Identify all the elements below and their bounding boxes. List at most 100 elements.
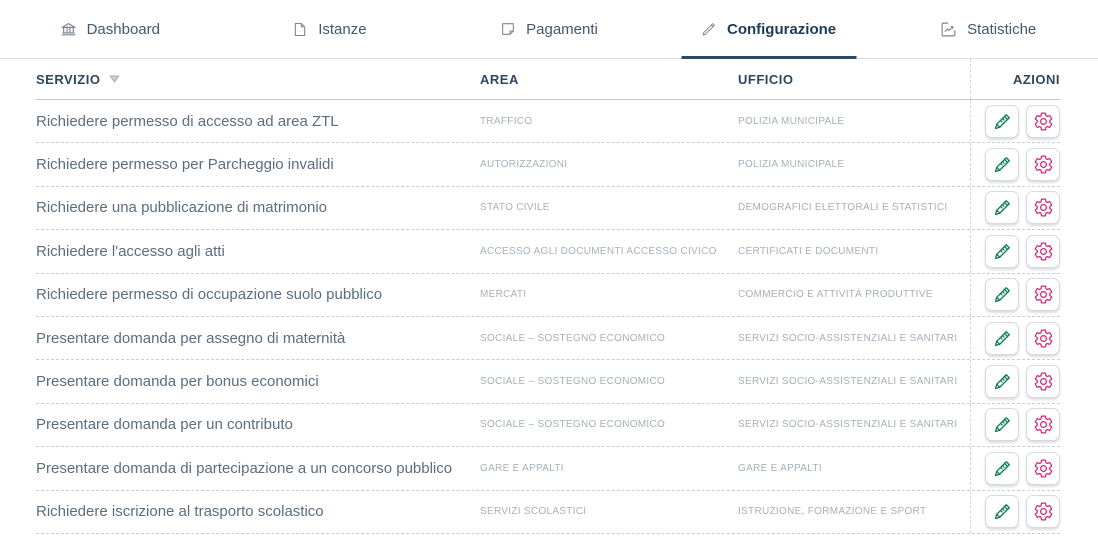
payment-icon [500,21,516,37]
edit-button[interactable] [985,278,1019,311]
area-value: SOCIALE – SOSTEGNO ECONOMICO [480,333,738,344]
table-row: Richiedere permesso per Parcheggio inval… [36,143,1060,186]
tab-configurazione[interactable]: Configurazione [659,0,879,58]
ufficio-value: GARE E APPALTI [738,463,970,474]
table-row: Richiedere permesso di occupazione suolo… [36,274,1060,317]
settings-button[interactable] [1026,191,1060,224]
area-value: MERCATI [480,289,738,300]
service-name: Presentare domanda per bonus economici [36,373,480,390]
ufficio-value: SERVIZI SOCIO-ASSISTENZIALI E SANITARI [738,333,970,344]
area-value: GARE E APPALTI [480,463,738,474]
row-actions [970,230,1060,272]
settings-button[interactable] [1026,365,1060,398]
ufficio-value: SERVIZI SOCIO-ASSISTENZIALI E SANITARI [738,376,970,387]
row-actions [970,491,1060,533]
header-servizio[interactable]: SERVIZIO [36,72,480,87]
settings-button[interactable] [1026,322,1060,355]
edit-button[interactable] [985,452,1019,485]
sort-desc-icon[interactable] [109,75,120,83]
pencil-icon [992,328,1013,349]
area-value: STATO CIVILE [480,202,738,213]
gear-icon [1033,501,1054,522]
row-actions [970,447,1060,489]
service-name: Richiedere una pubblicazione di matrimon… [36,199,480,216]
row-actions [970,274,1060,316]
service-name: Presentare domanda per un contributo [36,416,480,433]
tab-label: Dashboard [87,21,160,38]
settings-button[interactable] [1026,452,1060,485]
pencil-icon [992,154,1013,175]
header-ufficio: UFFICIO [738,72,970,87]
row-actions [970,317,1060,359]
pencil-icon [992,111,1013,132]
table-body: Richiedere permesso di accesso ad area Z… [36,100,1060,534]
pencil-icon [992,284,1013,305]
pen-icon [701,21,717,37]
edit-button[interactable] [985,495,1019,528]
bank-icon [60,21,77,38]
tab-statistiche[interactable]: Statistiche [878,0,1098,58]
header-area: AREA [480,72,738,87]
settings-button[interactable] [1026,235,1060,268]
chart-icon [940,21,957,38]
area-value: AUTORIZZAZIONI [480,159,738,170]
edit-button[interactable] [985,191,1019,224]
edit-button[interactable] [985,105,1019,138]
area-value: ACCESSO AGLI DOCUMENTI ACCESSO CIVICO [480,246,738,257]
edit-button[interactable] [985,322,1019,355]
pencil-icon [992,501,1013,522]
pencil-icon [992,371,1013,392]
edit-button[interactable] [985,365,1019,398]
service-name: Richiedere permesso di occupazione suolo… [36,286,480,303]
top-navigation: Dashboard Istanze Pagamenti Configurazio… [0,0,1098,59]
ufficio-value: POLIZIA MUNICIPALE [738,116,970,127]
pencil-icon [992,197,1013,218]
gear-icon [1033,284,1054,305]
edit-button[interactable] [985,408,1019,441]
service-name: Richiedere l'accesso agli atti [36,243,480,260]
tab-pagamenti[interactable]: Pagamenti [439,0,659,58]
table-row: Presentare domanda per bonus economici S… [36,360,1060,403]
services-table: SERVIZIO AREA UFFICIO AZIONI Richiedere … [0,59,1098,534]
tab-dashboard[interactable]: Dashboard [0,0,220,58]
gear-icon [1033,111,1054,132]
area-value: TRAFFICO [480,116,738,127]
area-value: SOCIALE – SOSTEGNO ECONOMICO [480,376,738,387]
table-row: Richiedere iscrizione al trasporto scola… [36,491,1060,534]
service-name: Presentare domanda di partecipazione a u… [36,460,480,477]
gear-icon [1033,458,1054,479]
ufficio-value: SERVIZI SOCIO-ASSISTENZIALI E SANITARI [738,419,970,430]
document-icon [292,21,308,38]
pencil-icon [992,414,1013,435]
service-name: Richiedere permesso di accesso ad area Z… [36,113,480,130]
table-header: SERVIZIO AREA UFFICIO AZIONI [36,59,1060,100]
table-row: Presentare domanda per un contributo SOC… [36,404,1060,447]
settings-button[interactable] [1026,148,1060,181]
gear-icon [1033,328,1054,349]
ufficio-value: COMMERCIO E ATTIVITÀ PRODUTTIVE [738,289,970,300]
table-row: Richiedere l'accesso agli atti ACCESSO A… [36,230,1060,273]
area-value: SOCIALE – SOSTEGNO ECONOMICO [480,419,738,430]
table-row: Presentare domanda per assegno di matern… [36,317,1060,360]
settings-button[interactable] [1026,408,1060,441]
settings-button[interactable] [1026,278,1060,311]
header-servizio-label: SERVIZIO [36,72,100,87]
header-azioni: AZIONI [970,59,1060,99]
tab-label: Istanze [318,21,366,38]
tab-istanze[interactable]: Istanze [220,0,440,58]
edit-button[interactable] [985,235,1019,268]
ufficio-value: POLIZIA MUNICIPALE [738,159,970,170]
settings-button[interactable] [1026,495,1060,528]
row-actions [970,100,1060,142]
ufficio-value: ISTRUZIONE, FORMAZIONE E SPORT [738,506,970,517]
service-name: Presentare domanda per assegno di matern… [36,330,480,347]
tab-label: Pagamenti [526,21,598,38]
tab-label: Configurazione [727,21,836,38]
service-name: Richiedere iscrizione al trasporto scola… [36,503,480,520]
tab-label: Statistiche [967,21,1036,38]
service-name: Richiedere permesso per Parcheggio inval… [36,156,480,173]
settings-button[interactable] [1026,105,1060,138]
row-actions [970,360,1060,402]
pencil-icon [992,458,1013,479]
edit-button[interactable] [985,148,1019,181]
